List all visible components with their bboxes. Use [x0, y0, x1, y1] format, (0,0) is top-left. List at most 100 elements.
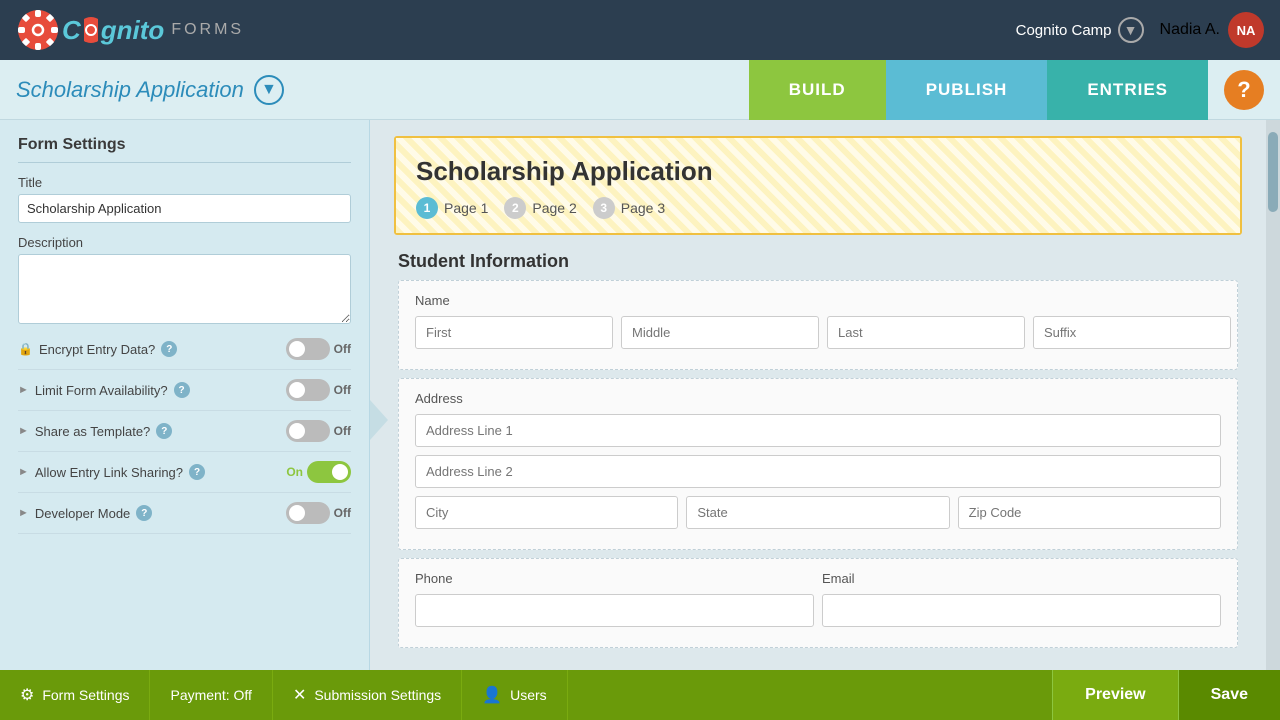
form-header: Scholarship Application 1 Page 1 2 Page … [396, 138, 1240, 233]
page-tab-2[interactable]: 2 Page 2 [504, 197, 576, 219]
phone-email-section: Phone Email [398, 558, 1238, 648]
link-sharing-chevron-icon[interactable]: ► [18, 466, 29, 478]
encrypt-toggle-label: Off [334, 342, 351, 356]
bottom-form-settings-tab[interactable]: ⚙ Form Settings [0, 670, 150, 720]
form-title-dropdown-btn[interactable]: ▼ [254, 75, 284, 105]
city-input[interactable] [415, 496, 678, 529]
link-sharing-toggle-switch[interactable] [307, 461, 351, 483]
template-label-area: ► Share as Template? ? [18, 423, 172, 439]
org-selector[interactable]: Cognito Camp ▼ [1016, 17, 1144, 43]
page-num-2: 2 [504, 197, 526, 219]
save-button[interactable]: Save [1178, 670, 1280, 720]
form-title-area: Scholarship Application ▼ [16, 75, 749, 105]
sidebar: Form Settings Title Description 🔒 Encryp… [0, 120, 370, 670]
bottom-spacer [568, 670, 1052, 720]
org-dropdown-btn[interactable]: ▼ [1118, 17, 1144, 43]
phone-input[interactable] [415, 594, 814, 627]
developer-toggle[interactable]: Off [286, 502, 351, 524]
user-avatar: NA [1228, 12, 1264, 48]
bottom-submission-tab[interactable]: ✕ Submission Settings [273, 670, 462, 720]
developer-help-icon[interactable]: ? [136, 505, 152, 521]
page-label-3: Page 3 [621, 200, 665, 216]
submission-icon: ✕ [293, 685, 306, 705]
state-input[interactable] [686, 496, 949, 529]
developer-toggle-label: Off [334, 506, 351, 520]
limit-label-area: ► Limit Form Availability? ? [18, 382, 190, 398]
template-label: Share as Template? [35, 424, 150, 439]
logo-co-text: C [62, 15, 81, 46]
address-line2-input[interactable] [415, 455, 1221, 488]
developer-label-area: ► Developer Mode ? [18, 505, 152, 521]
user-name: Nadia A. [1160, 21, 1220, 39]
template-chevron-icon[interactable]: ► [18, 425, 29, 437]
scrollbar-track[interactable] [1266, 120, 1280, 670]
developer-toggle-switch[interactable] [286, 502, 330, 524]
description-label: Description [18, 235, 351, 250]
template-toggle-row: ► Share as Template? ? Off [18, 411, 351, 452]
email-subsection: Email [822, 571, 1221, 627]
address-line1-input[interactable] [415, 414, 1221, 447]
name-first-input[interactable] [415, 316, 613, 349]
form-preview-inner: Scholarship Application 1 Page 1 2 Page … [370, 120, 1266, 670]
title-input[interactable] [18, 194, 351, 223]
template-toggle-switch[interactable] [286, 420, 330, 442]
scrollbar-thumb[interactable] [1268, 132, 1278, 212]
form-main-title: Scholarship Application [416, 156, 1220, 187]
encrypt-toggle[interactable]: Off [286, 338, 351, 360]
limit-toggle-label: Off [334, 383, 351, 397]
org-name: Cognito Camp [1016, 22, 1112, 39]
template-toggle-label: Off [334, 424, 351, 438]
template-toggle[interactable]: Off [286, 420, 351, 442]
encrypt-toggle-switch[interactable] [286, 338, 330, 360]
name-suffix-input[interactable] [1033, 316, 1231, 349]
logo-forms-text: FORMS [171, 21, 244, 39]
link-sharing-label-area: ► Allow Entry Link Sharing? ? [18, 464, 205, 480]
name-last-input[interactable] [827, 316, 1025, 349]
bottom-payment-tab[interactable]: Payment: Off [150, 670, 272, 720]
tab-build[interactable]: Build [749, 60, 886, 120]
page-label-2: Page 2 [532, 200, 576, 216]
settings-gear-icon: ⚙ [20, 685, 34, 705]
developer-chevron-icon[interactable]: ► [18, 507, 29, 519]
logo: C gnito FORMS [16, 8, 244, 52]
page-tab-1[interactable]: 1 Page 1 [416, 197, 488, 219]
email-label: Email [822, 571, 1221, 586]
phone-label: Phone [415, 571, 814, 586]
tab-entries[interactable]: Entries [1047, 60, 1208, 120]
main-tab-area: Build Publish Entries [749, 60, 1208, 120]
limit-help-icon[interactable]: ? [174, 382, 190, 398]
preview-button[interactable]: Preview [1052, 670, 1177, 720]
help-button[interactable]: ? [1224, 70, 1264, 110]
link-sharing-toggle[interactable]: On [286, 461, 351, 483]
limit-chevron-icon[interactable]: ► [18, 384, 29, 396]
sidebar-section-title: Form Settings [18, 136, 351, 163]
bottom-submission-label: Submission Settings [314, 687, 441, 703]
link-sharing-label: Allow Entry Link Sharing? [35, 465, 183, 480]
form-title: Scholarship Application [16, 77, 244, 103]
form-preview-area: Scholarship Application 1 Page 1 2 Page … [370, 120, 1266, 670]
name-middle-input[interactable] [621, 316, 819, 349]
developer-toggle-row: ► Developer Mode ? Off [18, 493, 351, 534]
encrypt-help-icon[interactable]: ? [161, 341, 177, 357]
email-input[interactable] [822, 594, 1221, 627]
limit-toggle[interactable]: Off [286, 379, 351, 401]
limit-toggle-switch[interactable] [286, 379, 330, 401]
zip-input[interactable] [958, 496, 1221, 529]
page-label-1: Page 1 [444, 200, 488, 216]
developer-toggle-knob [289, 505, 305, 521]
address-city-state-row [415, 496, 1221, 529]
limit-toggle-row: ► Limit Form Availability? ? Off [18, 370, 351, 411]
template-help-icon[interactable]: ? [156, 423, 172, 439]
page-tabs: 1 Page 1 2 Page 2 3 Page 3 [416, 197, 1220, 219]
logo-gnito-text: gnito [101, 15, 165, 46]
link-sharing-help-icon[interactable]: ? [189, 464, 205, 480]
bottom-users-tab[interactable]: 👤 Users [462, 670, 567, 720]
lock-icon: 🔒 [18, 342, 33, 356]
tab-publish[interactable]: Publish [886, 60, 1048, 120]
phone-email-row: Phone Email [415, 571, 1221, 627]
secondary-navigation: Scholarship Application ▼ Build Publish … [0, 60, 1280, 120]
user-menu[interactable]: Nadia A. NA [1160, 12, 1264, 48]
link-sharing-toggle-knob [332, 464, 348, 480]
page-tab-3[interactable]: 3 Page 3 [593, 197, 665, 219]
description-textarea[interactable] [18, 254, 351, 324]
